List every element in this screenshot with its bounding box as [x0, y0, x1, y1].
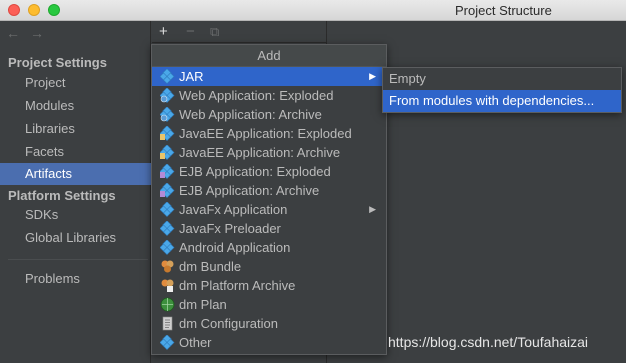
menu-item-ejb-application-exploded[interactable]: EJB Application: Exploded	[152, 162, 386, 181]
artifacts-toolbar: + − ⧉	[152, 21, 326, 43]
menu-item-label: JAR	[179, 69, 204, 84]
ejb-diamond-icon	[160, 183, 175, 198]
menu-item-dm-bundle[interactable]: dm Bundle	[152, 257, 386, 276]
add-artifact-popup: Add JAR ▶ Web Application: Exploded Web A…	[151, 44, 387, 355]
remove-button[interactable]: −	[186, 23, 195, 41]
web-diamond-icon	[160, 107, 175, 122]
popup-title: Add	[152, 45, 386, 67]
menu-item-javaee-application-archive[interactable]: JavaEE Application: Archive	[152, 143, 386, 162]
menu-item-label: EJB Application: Exploded	[179, 164, 331, 179]
menu-item-web-application-archive[interactable]: Web Application: Archive	[152, 105, 386, 124]
diamond-icon	[160, 335, 175, 350]
menu-item-dm-platform-archive[interactable]: dm Platform Archive	[152, 276, 386, 295]
menu-item-label: dm Plan	[179, 297, 227, 312]
menu-item-label: dm Configuration	[179, 316, 278, 331]
sidebar-item-project[interactable]: Project	[0, 72, 151, 94]
menu-item-label: JavaEE Application: Exploded	[179, 126, 352, 141]
menu-item-label: JavaEE Application: Archive	[179, 145, 341, 160]
menu-item-label: dm Bundle	[179, 259, 242, 274]
menu-item-label: Other	[179, 335, 212, 350]
javaee-diamond-icon	[160, 145, 175, 160]
sidebar-item-modules[interactable]: Modules	[0, 95, 151, 117]
menu-item-label: Android Application	[179, 240, 291, 255]
section-project-settings: Project Settings	[8, 55, 107, 70]
copy-button[interactable]: ⧉	[210, 23, 219, 41]
menu-item-ejb-application-archive[interactable]: EJB Application: Archive	[152, 181, 386, 200]
menu-item-dm-plan[interactable]: dm Plan	[152, 295, 386, 314]
maximize-window-button[interactable]	[48, 4, 60, 16]
menu-item-javafx-preloader[interactable]: JavaFx Preloader	[152, 219, 386, 238]
jar-submenu: Empty From modules with dependencies...	[382, 67, 622, 113]
platform-archive-icon	[161, 279, 174, 292]
sidebar-item-sdks[interactable]: SDKs	[0, 204, 151, 226]
diamond-icon	[160, 69, 175, 84]
menu-item-label: JavaFx Preloader	[179, 221, 281, 236]
menu-item-javafx-application[interactable]: JavaFx Application ▶	[152, 200, 386, 219]
watermark: https://blog.csdn.net/Toufahaizai	[388, 334, 589, 350]
sidebar-item-libraries[interactable]: Libraries	[0, 118, 151, 140]
document-icon	[162, 316, 173, 331]
add-button[interactable]: +	[159, 23, 168, 41]
submenu-item-from-modules[interactable]: From modules with dependencies...	[383, 90, 621, 112]
sidebar-item-problems[interactable]: Problems	[0, 268, 151, 290]
menu-item-label: Web Application: Archive	[179, 107, 322, 122]
title-bar: Project Structure	[0, 0, 626, 21]
diamond-icon	[160, 202, 175, 217]
menu-item-javaee-application-exploded[interactable]: JavaEE Application: Exploded	[152, 124, 386, 143]
javaee-diamond-icon	[160, 126, 175, 141]
diamond-icon	[160, 221, 175, 236]
minimize-window-button[interactable]	[28, 4, 40, 16]
menu-item-jar[interactable]: JAR ▶	[152, 67, 386, 86]
back-arrow-icon[interactable]: ←	[6, 25, 30, 41]
bundle-icon	[161, 260, 174, 273]
nav-arrows: ←→	[6, 25, 54, 41]
plan-globe-icon	[160, 297, 175, 312]
web-diamond-icon	[160, 88, 175, 103]
sidebar-item-artifacts[interactable]: Artifacts	[0, 163, 151, 185]
window-title: Project Structure	[455, 3, 552, 18]
menu-item-other[interactable]: Other	[152, 333, 386, 352]
submenu-arrow-icon: ▶	[369, 204, 376, 214]
menu-item-web-application-exploded[interactable]: Web Application: Exploded	[152, 86, 386, 105]
section-platform-settings: Platform Settings	[8, 188, 116, 203]
close-window-button[interactable]	[8, 4, 20, 16]
sidebar-item-facets[interactable]: Facets	[0, 141, 151, 163]
ejb-diamond-icon	[160, 164, 175, 179]
submenu-arrow-icon: ▶	[369, 71, 376, 81]
menu-item-label: EJB Application: Archive	[179, 183, 320, 198]
submenu-item-empty[interactable]: Empty	[383, 68, 621, 90]
forward-arrow-icon[interactable]: →	[30, 25, 54, 41]
sidebar: ←→ Project Settings Project Modules Libr…	[0, 21, 151, 363]
diamond-icon	[160, 240, 175, 255]
menu-item-android-application[interactable]: Android Application	[152, 238, 386, 257]
menu-item-label: dm Platform Archive	[179, 278, 296, 293]
menu-item-dm-configuration[interactable]: dm Configuration	[152, 314, 386, 333]
sidebar-item-global-libraries[interactable]: Global Libraries	[0, 227, 151, 249]
sidebar-divider	[8, 259, 148, 260]
menu-item-label: JavaFx Application	[179, 202, 288, 217]
popup-menu-list: JAR ▶ Web Application: Exploded Web Appli…	[152, 67, 386, 352]
menu-item-label: Web Application: Exploded	[179, 88, 334, 103]
